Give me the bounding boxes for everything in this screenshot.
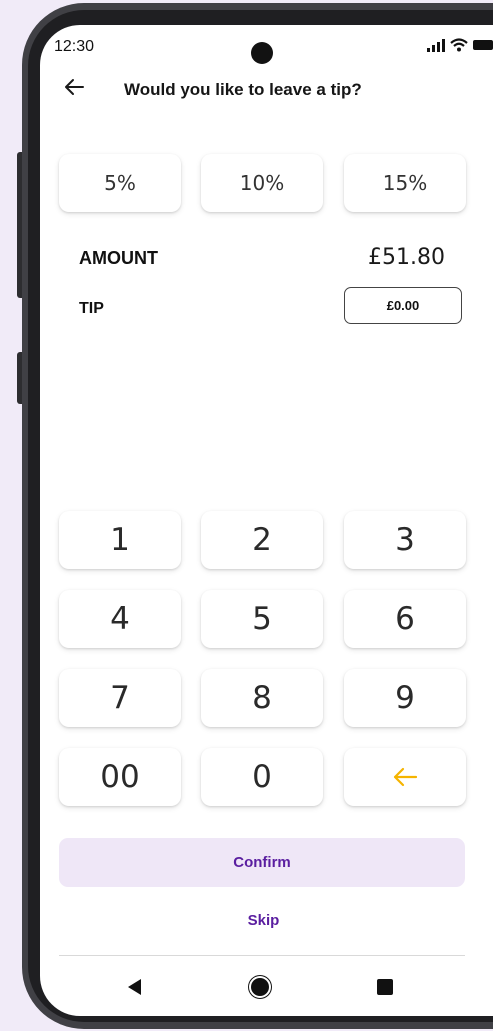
keypad-key-3[interactable]: 3 [344,511,466,569]
keypad-key-6[interactable]: 6 [344,590,466,648]
backspace-arrow-icon [393,767,418,787]
amount-value: £51.80 [368,245,445,270]
tip-option-10-percent[interactable]: 10% [201,154,323,212]
keypad-key-4[interactable]: 4 [59,590,181,648]
keypad-key-8[interactable]: 8 [201,669,323,727]
nav-recents-icon[interactable] [377,979,393,995]
front-camera [251,42,273,64]
arrow-left-icon[interactable] [62,75,86,99]
wifi-icon [450,38,468,52]
status-icons [427,38,493,52]
tip-amount-input[interactable] [344,287,462,324]
keypad-key-5[interactable]: 5 [201,590,323,648]
page-title: Would you like to leave a tip? [124,80,362,99]
battery-icon [473,40,493,50]
nav-home-icon[interactable] [251,978,269,996]
phone-screen: 12:30 Would you like to leave a tip? 5% … [40,25,493,1016]
keypad-backspace-key[interactable] [344,748,466,806]
keypad-key-2[interactable]: 2 [201,511,323,569]
signal-icon [427,38,445,52]
keypad-key-00[interactable]: 00 [59,748,181,806]
amount-label: AMOUNT [79,248,158,268]
nav-divider [59,955,465,956]
tip-option-15-percent[interactable]: 15% [344,154,466,212]
tip-option-5-percent[interactable]: 5% [59,154,181,212]
nav-back-icon[interactable] [128,979,141,995]
status-time: 12:30 [54,38,95,55]
skip-button[interactable]: Skip [40,912,487,929]
tip-label: TIP [79,300,104,317]
keypad-key-9[interactable]: 9 [344,669,466,727]
confirm-button[interactable]: Confirm [59,838,465,887]
keypad-key-1[interactable]: 1 [59,511,181,569]
keypad-key-0[interactable]: 0 [201,748,323,806]
keypad-key-7[interactable]: 7 [59,669,181,727]
